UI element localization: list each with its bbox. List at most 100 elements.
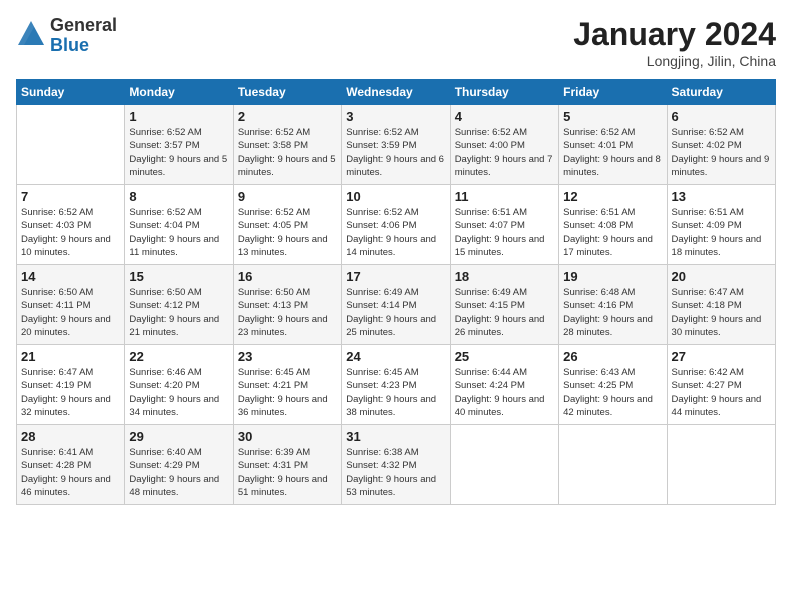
- calendar-cell: 6Sunrise: 6:52 AM Sunset: 4:02 PM Daylig…: [667, 105, 775, 185]
- day-number: 30: [238, 429, 337, 444]
- day-info: Sunrise: 6:50 AM Sunset: 4:13 PM Dayligh…: [238, 286, 337, 339]
- month-title: January 2024: [573, 16, 776, 53]
- calendar-cell: 15 Sunrise: 6:50 AM Sunset: 4:12 PM Dayli…: [125, 265, 233, 345]
- day-info: Sunrise: 6:51 AM Sunset: 4:07 PM Dayligh…: [455, 206, 554, 259]
- day-number: 14: [21, 269, 120, 284]
- day-info: Sunrise: 6:52 AM Sunset: 4:06 PM Dayligh…: [346, 206, 445, 259]
- calendar-cell: 12 Sunrise: 6:51 AM Sunset: 4:08 PM Dayli…: [559, 185, 667, 265]
- calendar-cell: 11 Sunrise: 6:51 AM Sunset: 4:07 PM Dayli…: [450, 185, 558, 265]
- day-number: 1: [129, 109, 228, 124]
- logo-general-label: General: [50, 16, 117, 36]
- day-number: 7: [21, 189, 120, 204]
- day-info: Sunrise: 6:52 AM Sunset: 4:02 PM Dayligh…: [672, 126, 771, 179]
- day-info: Sunrise: 6:49 AM Sunset: 4:14 PM Dayligh…: [346, 286, 445, 339]
- day-info: Sunrise: 6:51 AM Sunset: 4:09 PM Dayligh…: [672, 206, 771, 259]
- day-number: 11: [455, 189, 554, 204]
- week-row-4: 28Sunrise: 6:41 AM Sunset: 4:28 PM Dayli…: [17, 425, 776, 505]
- day-info: Sunrise: 6:51 AM Sunset: 4:08 PM Dayligh…: [563, 206, 662, 259]
- day-info: Sunrise: 6:52 AM Sunset: 3:58 PM Dayligh…: [238, 126, 337, 179]
- calendar-cell: 24Sunrise: 6:45 AM Sunset: 4:23 PM Dayli…: [342, 345, 450, 425]
- logo: General Blue: [16, 16, 117, 56]
- header: General Blue January 2024 Longjing, Jili…: [16, 16, 776, 69]
- day-info: Sunrise: 6:52 AM Sunset: 4:05 PM Dayligh…: [238, 206, 337, 259]
- day-info: Sunrise: 6:42 AM Sunset: 4:27 PM Dayligh…: [672, 366, 771, 419]
- calendar-cell: 23Sunrise: 6:45 AM Sunset: 4:21 PM Dayli…: [233, 345, 341, 425]
- day-info: Sunrise: 6:44 AM Sunset: 4:24 PM Dayligh…: [455, 366, 554, 419]
- calendar-cell: 8 Sunrise: 6:52 AM Sunset: 4:04 PM Daylig…: [125, 185, 233, 265]
- calendar-cell: 2 Sunrise: 6:52 AM Sunset: 3:58 PM Daylig…: [233, 105, 341, 185]
- day-info: Sunrise: 6:50 AM Sunset: 4:12 PM Dayligh…: [129, 286, 228, 339]
- calendar-cell: 7 Sunrise: 6:52 AM Sunset: 4:03 PM Daylig…: [17, 185, 125, 265]
- day-info: Sunrise: 6:52 AM Sunset: 4:01 PM Dayligh…: [563, 126, 662, 179]
- day-number: 18: [455, 269, 554, 284]
- calendar-cell: [667, 425, 775, 505]
- title-section: January 2024 Longjing, Jilin, China: [573, 16, 776, 69]
- day-number: 25: [455, 349, 554, 364]
- calendar-cell: 4Sunrise: 6:52 AM Sunset: 4:00 PM Daylig…: [450, 105, 558, 185]
- col-sunday: Sunday: [17, 80, 125, 105]
- col-friday: Friday: [559, 80, 667, 105]
- calendar-cell: 30Sunrise: 6:39 AM Sunset: 4:31 PM Dayli…: [233, 425, 341, 505]
- page: General Blue January 2024 Longjing, Jili…: [0, 0, 792, 612]
- day-number: 17: [346, 269, 445, 284]
- day-info: Sunrise: 6:50 AM Sunset: 4:11 PM Dayligh…: [21, 286, 120, 339]
- day-info: Sunrise: 6:52 AM Sunset: 3:59 PM Dayligh…: [346, 126, 445, 179]
- day-info: Sunrise: 6:48 AM Sunset: 4:16 PM Dayligh…: [563, 286, 662, 339]
- calendar-cell: 21 Sunrise: 6:47 AM Sunset: 4:19 PM Dayli…: [17, 345, 125, 425]
- calendar-cell: 3Sunrise: 6:52 AM Sunset: 3:59 PM Daylig…: [342, 105, 450, 185]
- calendar-cell: 18 Sunrise: 6:49 AM Sunset: 4:15 PM Dayli…: [450, 265, 558, 345]
- day-number: 15: [129, 269, 228, 284]
- day-info: Sunrise: 6:47 AM Sunset: 4:18 PM Dayligh…: [672, 286, 771, 339]
- day-number: 9: [238, 189, 337, 204]
- calendar-cell: 22 Sunrise: 6:46 AM Sunset: 4:20 PM Dayli…: [125, 345, 233, 425]
- calendar-cell: 31Sunrise: 6:38 AM Sunset: 4:32 PM Dayli…: [342, 425, 450, 505]
- day-info: Sunrise: 6:46 AM Sunset: 4:20 PM Dayligh…: [129, 366, 228, 419]
- logo-blue-label: Blue: [50, 36, 117, 56]
- day-number: 13: [672, 189, 771, 204]
- day-number: 8: [129, 189, 228, 204]
- calendar-cell: [450, 425, 558, 505]
- logo-text: General Blue: [50, 16, 117, 56]
- day-number: 2: [238, 109, 337, 124]
- col-wednesday: Wednesday: [342, 80, 450, 105]
- calendar-cell: 28Sunrise: 6:41 AM Sunset: 4:28 PM Dayli…: [17, 425, 125, 505]
- day-number: 19: [563, 269, 662, 284]
- logo-icon: [16, 17, 46, 47]
- week-row-0: 1Sunrise: 6:52 AM Sunset: 3:57 PM Daylig…: [17, 105, 776, 185]
- day-number: 12: [563, 189, 662, 204]
- day-info: Sunrise: 6:45 AM Sunset: 4:21 PM Dayligh…: [238, 366, 337, 419]
- calendar-cell: 16Sunrise: 6:50 AM Sunset: 4:13 PM Dayli…: [233, 265, 341, 345]
- day-info: Sunrise: 6:47 AM Sunset: 4:19 PM Dayligh…: [21, 366, 120, 419]
- calendar-table: Sunday Monday Tuesday Wednesday Thursday…: [16, 79, 776, 505]
- day-number: 10: [346, 189, 445, 204]
- location: Longjing, Jilin, China: [573, 53, 776, 69]
- calendar-cell: 17 Sunrise: 6:49 AM Sunset: 4:14 PM Dayli…: [342, 265, 450, 345]
- calendar-cell: 25 Sunrise: 6:44 AM Sunset: 4:24 PM Dayli…: [450, 345, 558, 425]
- day-info: Sunrise: 6:41 AM Sunset: 4:28 PM Dayligh…: [21, 446, 120, 499]
- day-info: Sunrise: 6:43 AM Sunset: 4:25 PM Dayligh…: [563, 366, 662, 419]
- col-saturday: Saturday: [667, 80, 775, 105]
- day-number: 26: [563, 349, 662, 364]
- calendar-cell: 20 Sunrise: 6:47 AM Sunset: 4:18 PM Dayli…: [667, 265, 775, 345]
- calendar-cell: 9 Sunrise: 6:52 AM Sunset: 4:05 PM Daylig…: [233, 185, 341, 265]
- col-tuesday: Tuesday: [233, 80, 341, 105]
- calendar-cell: 19 Sunrise: 6:48 AM Sunset: 4:16 PM Dayli…: [559, 265, 667, 345]
- day-number: 20: [672, 269, 771, 284]
- calendar-cell: 10 Sunrise: 6:52 AM Sunset: 4:06 PM Dayli…: [342, 185, 450, 265]
- day-info: Sunrise: 6:45 AM Sunset: 4:23 PM Dayligh…: [346, 366, 445, 419]
- day-info: Sunrise: 6:49 AM Sunset: 4:15 PM Dayligh…: [455, 286, 554, 339]
- calendar-cell: 1Sunrise: 6:52 AM Sunset: 3:57 PM Daylig…: [125, 105, 233, 185]
- day-info: Sunrise: 6:52 AM Sunset: 4:03 PM Dayligh…: [21, 206, 120, 259]
- calendar-cell: 27Sunrise: 6:42 AM Sunset: 4:27 PM Dayli…: [667, 345, 775, 425]
- day-info: Sunrise: 6:52 AM Sunset: 4:04 PM Dayligh…: [129, 206, 228, 259]
- calendar-cell: [559, 425, 667, 505]
- calendar-cell: 29Sunrise: 6:40 AM Sunset: 4:29 PM Dayli…: [125, 425, 233, 505]
- calendar-cell: 13 Sunrise: 6:51 AM Sunset: 4:09 PM Dayli…: [667, 185, 775, 265]
- calendar-cell: 26 Sunrise: 6:43 AM Sunset: 4:25 PM Dayli…: [559, 345, 667, 425]
- day-number: 21: [21, 349, 120, 364]
- week-row-2: 14 Sunrise: 6:50 AM Sunset: 4:11 PM Dayli…: [17, 265, 776, 345]
- day-number: 31: [346, 429, 445, 444]
- day-number: 4: [455, 109, 554, 124]
- day-number: 22: [129, 349, 228, 364]
- day-info: Sunrise: 6:40 AM Sunset: 4:29 PM Dayligh…: [129, 446, 228, 499]
